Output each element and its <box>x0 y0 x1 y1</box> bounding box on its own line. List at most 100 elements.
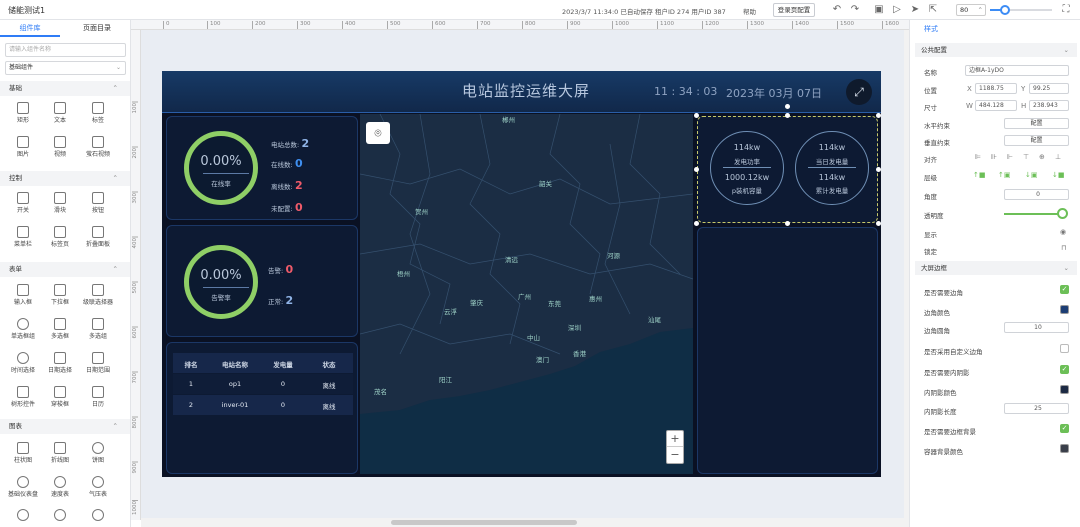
vertical-constraint-button[interactable]: 配置 <box>1004 135 1069 146</box>
component-line-chart[interactable]: 折线图 <box>40 440 80 470</box>
redo-icon[interactable]: ↷ <box>849 4 861 16</box>
custom-corner-checkbox[interactable] <box>1060 344 1069 353</box>
export-icon[interactable]: ⇱ <box>927 4 939 16</box>
component-ezviz-video[interactable]: 萤石视频 <box>78 134 118 164</box>
component-set-select[interactable]: 基础组件 ⌄ <box>5 61 126 75</box>
component-video[interactable]: 视频 <box>40 134 80 164</box>
align-left-icon[interactable]: ⊫ <box>975 153 981 161</box>
eye-icon[interactable]: ◉ <box>1060 228 1066 236</box>
fit-screen-icon[interactable]: ⛶ <box>1060 4 1072 16</box>
angle-input[interactable]: 0 <box>1004 189 1069 200</box>
align-top-icon[interactable]: ⊤ <box>1023 153 1029 161</box>
rotate-handle[interactable] <box>785 104 790 109</box>
station-map[interactable]: ⌾ 郴州 韶关 贺州 河源 清远 梧州 广州 惠州 肇庆 东莞 云浮 汕尾 深圳… <box>360 114 693 474</box>
component-menu[interactable]: 菜单栏 <box>3 224 43 254</box>
resize-handle[interactable] <box>694 167 699 172</box>
inner-shadow-color-swatch[interactable] <box>1060 385 1069 394</box>
component-arc-gauge[interactable] <box>40 507 80 527</box>
zoom-slider-thumb[interactable] <box>1000 5 1010 15</box>
horizontal-scrollbar[interactable] <box>141 518 909 527</box>
tab-pages[interactable]: 页面目录 <box>66 20 128 37</box>
component-rect[interactable]: 矩形 <box>3 100 43 130</box>
section-common-config[interactable]: 公共配置 ⌄ <box>915 43 1077 57</box>
alarm-status-card[interactable]: 0.00% 告警率 告警: 0 正常: 2 <box>166 225 358 337</box>
section-border-config[interactable]: 大屏边框 ⌄ <box>915 261 1077 275</box>
component-bar-chart[interactable]: 柱状图 <box>3 440 43 470</box>
section-chart[interactable]: 图表 ⌃ <box>0 419 130 434</box>
station-status-card[interactable]: 0.00% 在线率 电站总数: 2 在线数: 0 离线数: 2 未配置: 0 <box>166 116 358 220</box>
resize-handle[interactable] <box>876 167 881 172</box>
resize-handle[interactable] <box>694 113 699 118</box>
align-middle-icon[interactable]: ⊕ <box>1039 153 1045 161</box>
zoom-select[interactable]: 80 ⌃ <box>956 4 986 16</box>
component-checkbox[interactable]: 多选框 <box>40 316 80 346</box>
inner-shadow-length-input[interactable]: 25 <box>1004 403 1069 414</box>
section-basic[interactable]: 基础 ⌃ <box>0 81 130 96</box>
resize-handle[interactable] <box>694 221 699 226</box>
name-input[interactable]: 边框A-1yDO <box>965 65 1069 76</box>
component-transfer[interactable]: 穿梭框 <box>40 384 80 414</box>
component-tabs[interactable]: 标签页 <box>40 224 80 254</box>
bring-forward-icon[interactable]: ↑▣ <box>998 171 1010 179</box>
map-zoom-in-button[interactable]: + <box>667 431 683 447</box>
align-center-icon[interactable]: ⊪ <box>991 153 997 161</box>
width-input[interactable]: 484.128 <box>975 100 1017 111</box>
component-search-input[interactable]: 请输入组件名称 <box>5 43 126 57</box>
section-control[interactable]: 控制 ⌃ <box>0 171 130 186</box>
bring-front-icon[interactable]: ↑■ <box>973 171 985 179</box>
component-button[interactable]: 按钮 <box>78 190 118 220</box>
component-pie-chart[interactable]: 饼图 <box>78 440 118 470</box>
component-ring-gauge[interactable] <box>3 507 43 527</box>
container-bg-color-swatch[interactable] <box>1060 444 1069 453</box>
tab-style[interactable]: 样式 <box>924 24 938 34</box>
corner-radius-input[interactable]: 10 <box>1004 322 1069 333</box>
component-date-range[interactable]: 日期范围 <box>78 350 118 380</box>
component-time-picker[interactable]: 时间选择 <box>3 350 43 380</box>
resize-handle[interactable] <box>785 113 790 118</box>
component-checkbox-group[interactable]: 多选组 <box>78 316 118 346</box>
fullscreen-icon[interactable]: ⤢ <box>846 79 872 105</box>
position-x-input[interactable]: 1188.75 <box>975 83 1017 94</box>
component-collapse[interactable]: 折叠面板 <box>78 224 118 254</box>
map-layer-button[interactable]: ⌾ <box>366 122 390 144</box>
component-date-picker[interactable]: 日期选择 <box>40 350 80 380</box>
component-speedometer[interactable]: 速度表 <box>40 474 80 504</box>
component-barometer[interactable]: 气压表 <box>78 474 118 504</box>
component-text[interactable]: 文本 <box>40 100 80 130</box>
lock-icon[interactable]: ⊓ <box>1061 244 1066 252</box>
component-image[interactable]: 图片 <box>3 134 43 164</box>
component-progress-ring[interactable] <box>78 507 118 527</box>
component-gauge[interactable]: 基础仪表盘 <box>3 474 43 504</box>
component-cascader[interactable]: 级联选择器 <box>78 282 118 312</box>
align-right-icon[interactable]: ⊩ <box>1007 153 1013 161</box>
help-link[interactable]: 帮助 <box>743 6 756 16</box>
resize-handle[interactable] <box>876 221 881 226</box>
horizontal-constraint-button[interactable]: 配置 <box>1004 118 1069 129</box>
tab-components[interactable]: 组件库 <box>0 20 60 37</box>
map-zoom-out-button[interactable]: − <box>667 447 683 463</box>
component-input[interactable]: 输入框 <box>3 282 43 312</box>
component-tag[interactable]: 标签 <box>78 100 118 130</box>
publish-icon[interactable]: ➤ <box>909 4 921 16</box>
opacity-slider-thumb[interactable] <box>1057 208 1068 219</box>
opacity-slider[interactable] <box>1004 213 1064 215</box>
component-calendar[interactable]: 日历 <box>78 384 118 414</box>
scrollbar-thumb[interactable] <box>391 520 577 525</box>
section-form[interactable]: 表单 ⌃ <box>0 262 130 277</box>
border-background-checkbox[interactable]: ✓ <box>1060 424 1069 433</box>
save-icon[interactable]: ▣ <box>873 4 885 16</box>
corner-enabled-checkbox[interactable]: ✓ <box>1060 285 1069 294</box>
table-row[interactable]: 1 op1 0 离线 <box>173 374 353 394</box>
resize-handle[interactable] <box>876 113 881 118</box>
corner-color-swatch[interactable] <box>1060 305 1069 314</box>
align-bottom-icon[interactable]: ⊥ <box>1055 153 1061 161</box>
power-summary-card[interactable]: 114kw 发电功率 1000.12kw p装机容量 114kw 当日发电量 1… <box>697 116 878 223</box>
dashboard-screen[interactable]: 电站监控运维大屏 11 : 34 : 03 2023年 03月 07日 ⤢ 0.… <box>162 71 881 477</box>
login-config-button[interactable]: 登录页配置 <box>773 3 815 17</box>
preview-icon[interactable]: ▷ <box>891 4 903 16</box>
height-input[interactable]: 238.943 <box>1029 100 1069 111</box>
component-slider[interactable]: 滑块 <box>40 190 80 220</box>
component-select[interactable]: 下拉框 <box>40 282 80 312</box>
component-tree[interactable]: 树形控件 <box>3 384 43 414</box>
zoom-slider[interactable] <box>990 5 1052 15</box>
